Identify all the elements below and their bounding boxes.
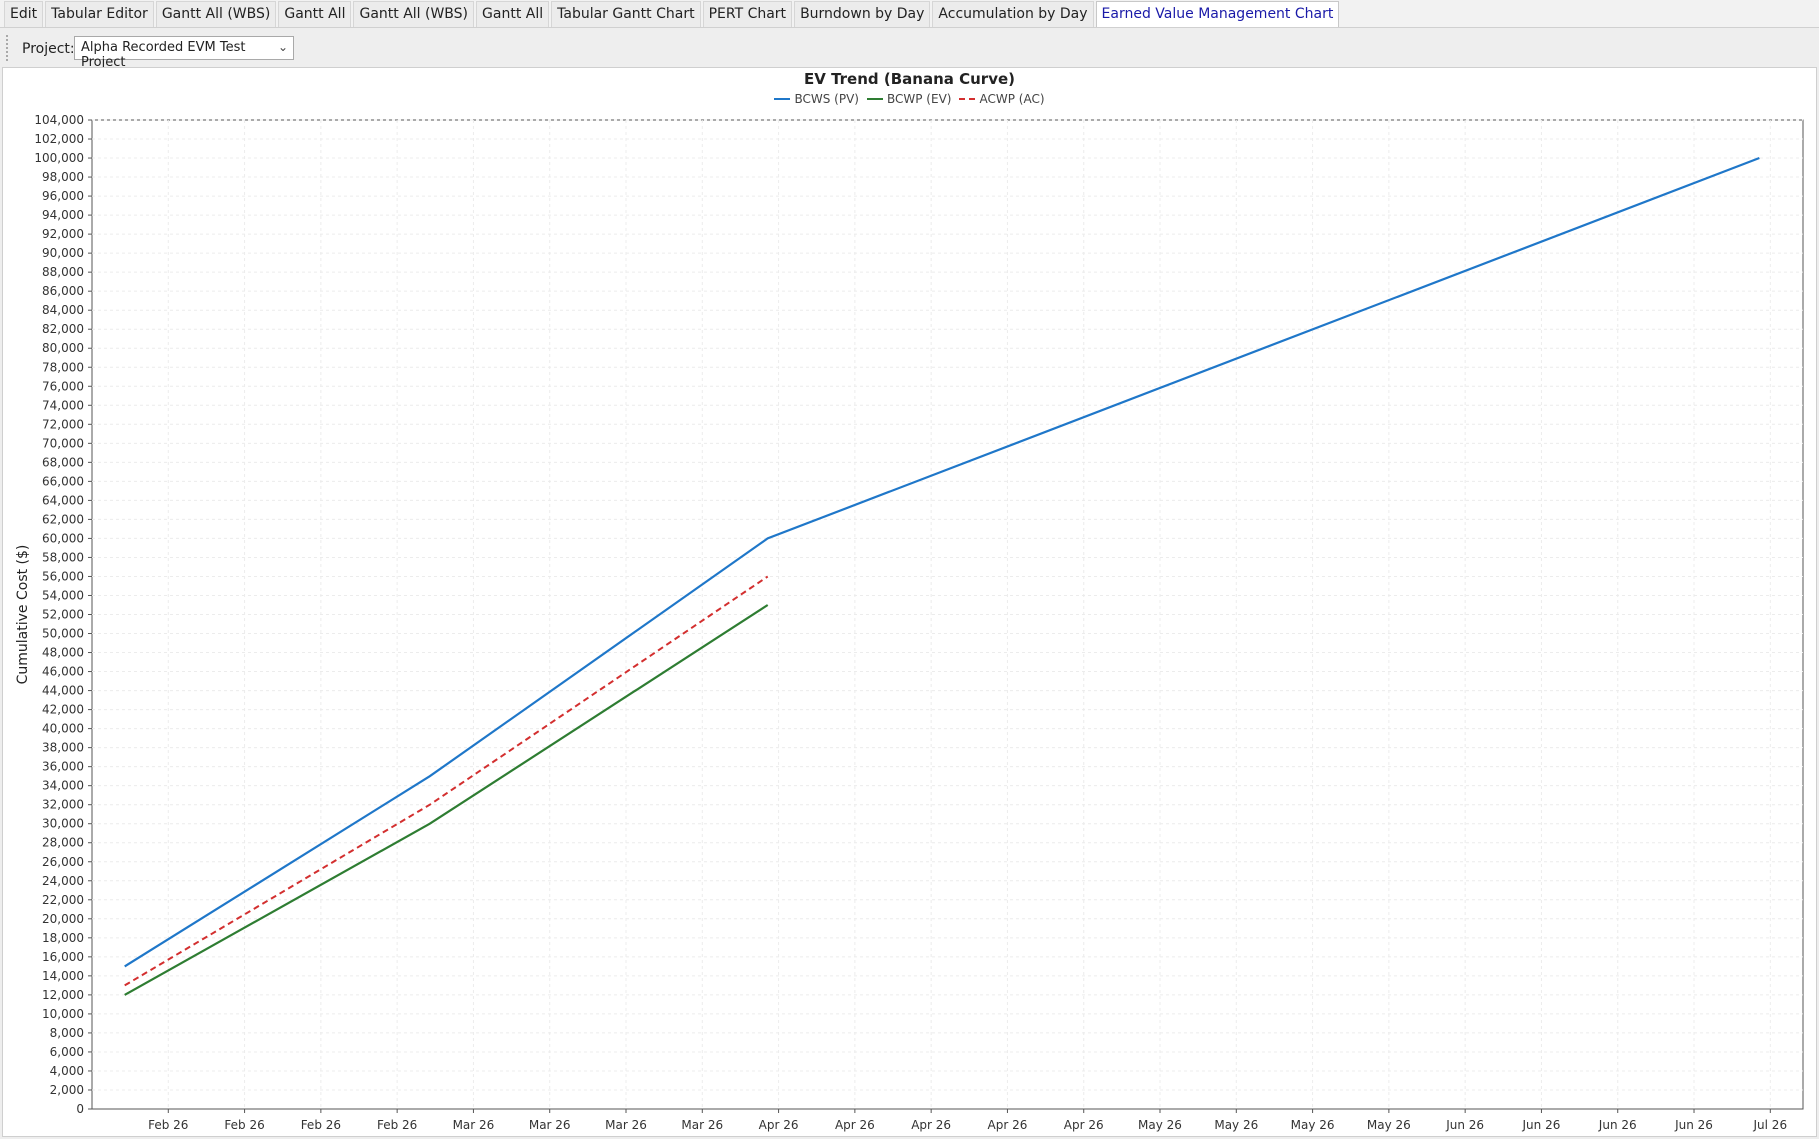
y-tick-label: 0 — [76, 1102, 84, 1116]
y-tick-label: 2,000 — [50, 1083, 84, 1097]
y-tick-label: 14,000 — [42, 969, 84, 983]
toolbar-grip[interactable] — [6, 35, 12, 61]
y-tick-label: 44,000 — [42, 684, 84, 698]
x-tick-label: Feb 26 — [377, 1118, 417, 1132]
y-tick-label: 10,000 — [42, 1007, 84, 1021]
y-tick-label: 24,000 — [42, 874, 84, 888]
tab-0[interactable]: Edit — [4, 1, 44, 27]
y-tick-label: 78,000 — [42, 360, 84, 374]
y-tick-label: 48,000 — [42, 646, 84, 660]
y-tick-label: 102,000 — [34, 132, 84, 146]
x-tick-label: May 26 — [1367, 1118, 1411, 1132]
y-tick-label: 16,000 — [42, 950, 84, 964]
y-tick-label: 52,000 — [42, 608, 84, 622]
y-tick-label: 72,000 — [42, 417, 84, 431]
y-tick-label: 86,000 — [42, 284, 84, 298]
tab-5[interactable]: Gantt All — [476, 1, 550, 27]
y-tick-label: 74,000 — [42, 398, 84, 412]
y-axis-label: Cumulative Cost ($) — [15, 545, 31, 685]
x-tick-label: Apr 26 — [1064, 1118, 1104, 1132]
y-tick-label: 104,000 — [34, 113, 84, 127]
x-tick-label: Mar 26 — [681, 1118, 723, 1132]
x-tick-label: Mar 26 — [605, 1118, 647, 1132]
y-tick-label: 12,000 — [42, 988, 84, 1002]
y-tick-label: 6,000 — [50, 1045, 84, 1059]
x-tick-label: Jun 26 — [1674, 1118, 1713, 1132]
y-tick-label: 42,000 — [42, 703, 84, 717]
x-tick-label: Mar 26 — [453, 1118, 495, 1132]
chart-plot: 0 2,000 4,000 6,000 8,000 10,000 12,000 14,000 1… — [15, 113, 1804, 1132]
tab-9[interactable]: Accumulation by Day — [932, 1, 1094, 27]
y-tick-label: 36,000 — [42, 760, 84, 774]
y-tick-label: 82,000 — [42, 322, 84, 336]
x-tick-label: Feb 26 — [301, 1118, 341, 1132]
tab-6[interactable]: Tabular Gantt Chart — [551, 1, 701, 27]
x-tick-label: Mar 26 — [529, 1118, 571, 1132]
y-tick-label: 30,000 — [42, 817, 84, 831]
y-tick-label: 92,000 — [42, 227, 84, 241]
y-tick-label: 58,000 — [42, 550, 84, 564]
chevron-down-icon: ⌄ — [277, 40, 288, 54]
y-tick-label: 26,000 — [42, 855, 84, 869]
y-tick-label: 100,000 — [34, 151, 84, 165]
y-tick-label: 68,000 — [42, 455, 84, 469]
tab-4[interactable]: Gantt All (WBS) — [353, 1, 475, 27]
toolbar: Project: Alpha Recorded EVM Test Project… — [0, 29, 1819, 70]
y-tick-label: 20,000 — [42, 912, 84, 926]
y-tick-label: 54,000 — [42, 588, 84, 602]
y-tick-label: 28,000 — [42, 836, 84, 850]
y-tick-label: 18,000 — [42, 931, 84, 945]
x-tick-label: Apr 26 — [988, 1118, 1028, 1132]
x-tick-label: May 26 — [1214, 1118, 1258, 1132]
x-tick-label: Jun 26 — [1445, 1118, 1484, 1132]
x-tick-label: Jun 26 — [1598, 1118, 1637, 1132]
x-tick-label: Feb 26 — [148, 1118, 188, 1132]
x-tick-label: Jul 26 — [1753, 1118, 1788, 1132]
project-label: Project: — [22, 41, 75, 57]
y-tick-label: 50,000 — [42, 627, 84, 641]
y-tick-label: 76,000 — [42, 379, 84, 393]
x-tick-label: Apr 26 — [911, 1118, 951, 1132]
tab-10[interactable]: Earned Value Management Chart — [1095, 1, 1340, 27]
y-tick-label: 84,000 — [42, 303, 84, 317]
project-select[interactable]: Alpha Recorded EVM Test Project ⌄ — [74, 36, 294, 70]
y-tick-label: 80,000 — [42, 341, 84, 355]
y-tick-label: 64,000 — [42, 493, 84, 507]
y-tick-label: 70,000 — [42, 436, 84, 450]
tab-1[interactable]: Tabular Editor — [45, 1, 154, 27]
y-tick-label: 62,000 — [42, 512, 84, 526]
x-tick-label: Apr 26 — [759, 1118, 799, 1132]
y-tick-label: 4,000 — [50, 1064, 84, 1078]
y-tick-label: 60,000 — [42, 531, 84, 545]
y-tick-label: 98,000 — [42, 170, 84, 184]
x-tick-label: Jun 26 — [1522, 1118, 1561, 1132]
tab-7[interactable]: PERT Chart — [702, 1, 793, 27]
y-tick-label: 38,000 — [42, 741, 84, 755]
y-tick-label: 40,000 — [42, 722, 84, 736]
y-tick-label: 96,000 — [42, 189, 84, 203]
tab-8[interactable]: Burndown by Day — [794, 1, 931, 27]
x-tick-label: Feb 26 — [224, 1118, 264, 1132]
y-tick-label: 32,000 — [42, 798, 84, 812]
y-tick-label: 94,000 — [42, 208, 84, 222]
y-tick-label: 66,000 — [42, 474, 84, 488]
project-select-value: Alpha Recorded EVM Test Project — [81, 40, 246, 70]
y-tick-label: 34,000 — [42, 779, 84, 793]
x-tick-label: Apr 26 — [835, 1118, 875, 1132]
tab-bar: Edit Tabular Editor Gantt All (WBS) Gantt A… — [0, 0, 1819, 28]
y-tick-label: 56,000 — [42, 569, 84, 583]
chart-panel: EV Trend (Banana Curve) BCWS (PV) BCWP (E… — [2, 67, 1817, 1137]
tab-3[interactable]: Gantt All — [278, 1, 352, 27]
y-tick-label: 22,000 — [42, 893, 84, 907]
y-tick-label: 88,000 — [42, 265, 84, 279]
x-tick-label: May 26 — [1291, 1118, 1335, 1132]
tab-2[interactable]: Gantt All (WBS) — [155, 1, 277, 27]
y-tick-label: 90,000 — [42, 246, 84, 260]
x-tick-label: May 26 — [1138, 1118, 1182, 1132]
y-tick-label: 46,000 — [42, 665, 84, 679]
y-tick-label: 8,000 — [50, 1026, 84, 1040]
